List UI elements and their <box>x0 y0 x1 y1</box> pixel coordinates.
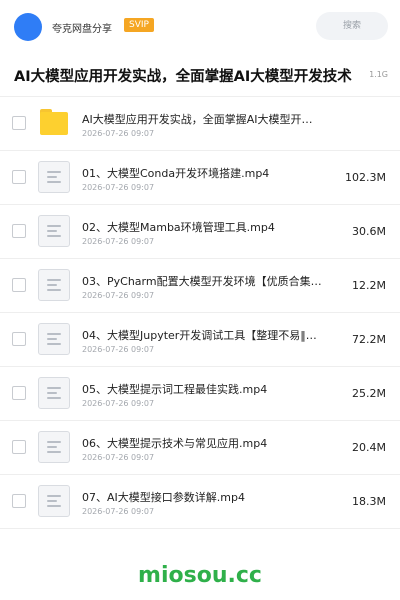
file-name: 02、大模型Mamba环境管理工具.mp4 <box>82 221 275 234</box>
file-icon <box>38 161 70 193</box>
select-checkbox[interactable] <box>12 224 26 238</box>
file-date: 2026-07-26 09:07 <box>82 237 155 246</box>
file-size: 30.6M <box>352 225 386 238</box>
file-size: 102.3M <box>345 171 386 184</box>
file-size: 25.2M <box>352 387 386 400</box>
file-name: 03、PyCharm配置大模型开发环境【优质合集‖… <box>82 275 322 288</box>
folder-header: AI大模型应用开发实战，全面掌握AI大模型开发技术 1.1G <box>0 52 400 97</box>
file-icon <box>38 269 70 301</box>
file-name: 05、大模型提示词工程最佳实践.mp4 <box>82 383 268 396</box>
file-size: 72.2M <box>352 333 386 346</box>
select-checkbox[interactable] <box>12 332 26 346</box>
select-checkbox[interactable] <box>12 440 26 454</box>
file-icon <box>38 215 70 247</box>
list-item[interactable]: 06、大模型提示技术与常见应用.mp4 2026-07-26 09:07 20.4M <box>0 420 400 475</box>
file-date: 2026-07-26 09:07 <box>82 129 155 138</box>
file-date: 2026-07-26 09:07 <box>82 453 155 462</box>
file-date: 2026-07-26 09:07 <box>82 183 155 192</box>
file-date: 2026-07-26 09:07 <box>82 345 155 354</box>
select-checkbox[interactable] <box>12 494 26 508</box>
file-name: 07、AI大模型接口参数详解.mp4 <box>82 491 245 504</box>
file-icon <box>38 377 70 409</box>
list-item[interactable]: 02、大模型Mamba环境管理工具.mp4 2026-07-26 09:07 30.… <box>0 204 400 259</box>
watermark: miosou.cc <box>138 563 262 588</box>
file-size: 18.3M <box>352 495 386 508</box>
list-item[interactable]: 03、PyCharm配置大模型开发环境【优质合集‖… 2026-07-26 09:… <box>0 258 400 313</box>
list-item[interactable]: AI大模型应用开发实战，全面掌握AI大模型开发技术 2026-07-26 09:0… <box>0 96 400 151</box>
file-icon <box>38 323 70 355</box>
list-item[interactable]: 01、大模型Conda开发环境搭建.mp4 2026-07-26 09:07 102… <box>0 150 400 205</box>
select-checkbox[interactable] <box>12 116 26 130</box>
folder-icon <box>38 107 70 139</box>
file-icon <box>38 431 70 463</box>
file-name: 01、大模型Conda开发环境搭建.mp4 <box>82 167 270 180</box>
file-icon <box>38 485 70 517</box>
select-checkbox[interactable] <box>12 278 26 292</box>
file-name: AI大模型应用开发实战，全面掌握AI大模型开发技术 <box>82 113 322 126</box>
select-checkbox[interactable] <box>12 386 26 400</box>
top-bar: 夸克网盘分享 SVIP 搜索 <box>0 0 400 52</box>
svip-badge: SVIP <box>124 18 154 32</box>
file-date: 2026-07-26 09:07 <box>82 507 155 516</box>
file-date: 2026-07-26 09:07 <box>82 291 155 300</box>
search-input[interactable]: 搜索 <box>316 12 388 40</box>
file-size: 12.2M <box>352 279 386 292</box>
total-size: 1.1G <box>369 70 388 79</box>
list-item[interactable]: 07、AI大模型接口参数详解.mp4 2026-07-26 09:07 18.3M <box>0 474 400 529</box>
file-date: 2026-07-26 09:07 <box>82 399 155 408</box>
page-title: AI大模型应用开发实战，全面掌握AI大模型开发技术 <box>14 69 352 85</box>
avatar[interactable] <box>14 13 42 41</box>
share-owner-name: 夸克网盘分享 <box>52 24 112 35</box>
list-item[interactable]: 05、大模型提示词工程最佳实践.mp4 2026-07-26 09:07 25.2M <box>0 366 400 421</box>
select-checkbox[interactable] <box>12 170 26 184</box>
file-name: 06、大模型提示技术与常见应用.mp4 <box>82 437 268 450</box>
file-size: 20.4M <box>352 441 386 454</box>
list-item[interactable]: 04、大模型Jupyter开发调试工具【整理不易‖… 2026-07-26 09:… <box>0 312 400 367</box>
file-name: 04、大模型Jupyter开发调试工具【整理不易‖… <box>82 329 317 342</box>
